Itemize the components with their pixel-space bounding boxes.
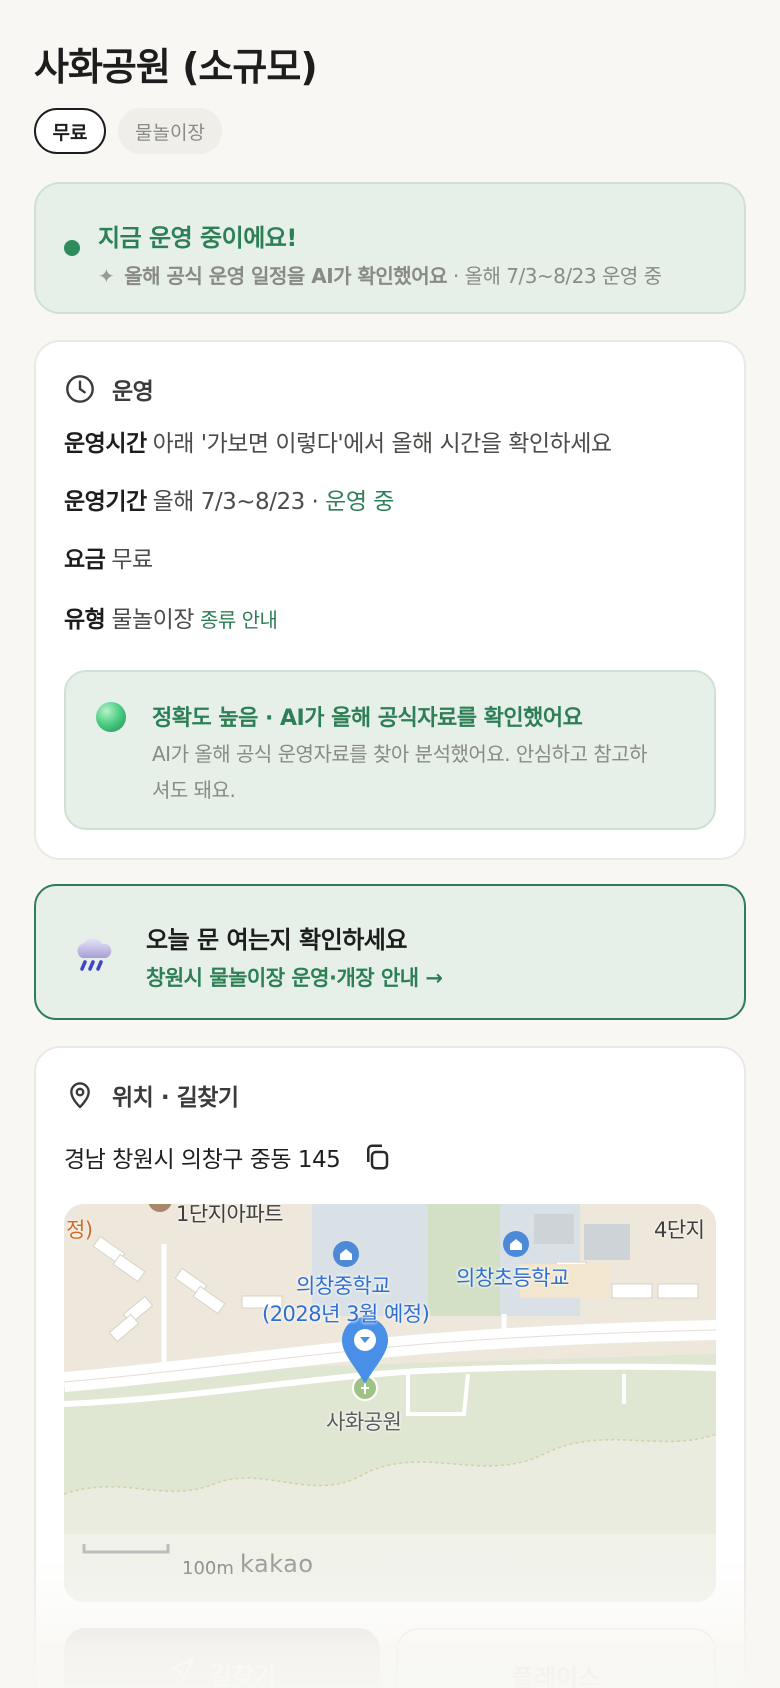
sparkle-icon: ✦ (98, 264, 115, 288)
hours-value: 아래 '가보면 이렇다'에서 올해 시간을 확인하세요 (152, 431, 612, 457)
navigation-arrow-icon (170, 1658, 194, 1682)
type-key: 유형 (64, 607, 106, 633)
period-status: 운영 중 (325, 489, 394, 515)
status-period: · 올해 7/3~8/23 운영 중 (447, 264, 662, 288)
period-row: 운영기간 올해 7/3~8/23 · 운영 중 (64, 482, 394, 516)
accuracy-title: 정확도 높음 · AI가 올해 공식자료를 확인했어요 (152, 706, 583, 731)
address-row: 경남 창원시 의창구 중동 145 (64, 1140, 392, 1174)
map-label-middle-school: 의창중학교 (296, 1274, 391, 1298)
period-key: 운영기간 (64, 489, 147, 515)
status-title: 지금 운영 중이에요! (98, 224, 297, 252)
accuracy-description: AI가 올해 공식 운영자료를 찾아 분석했어요. 안심하고 참고하셔도 돼요. (152, 742, 648, 802)
fee-key: 요금 (64, 547, 106, 573)
map-label-middle-school-note: (2028년 3월 예정) (262, 1302, 430, 1326)
directions-button[interactable]: 길찾기 (64, 1628, 380, 1688)
chip-type[interactable]: 물놀이장 (118, 108, 222, 154)
today-guide-link[interactable]: 창원시 물놀이장 운영·개장 안내 → (146, 962, 443, 992)
period-value: 올해 7/3~8/23 · (152, 489, 326, 515)
map-label-elementary-school: 의창초등학교 (456, 1266, 569, 1290)
status-ai-check: 올해 공식 운영 일정을 AI가 확인했어요 (124, 264, 447, 288)
map-view[interactable]: 1단지아파트 정) 4단지 의창중학교 (2028년 3월 예정) 의창초등학교… (64, 1204, 716, 1602)
copy-icon[interactable] (362, 1142, 392, 1172)
accuracy-box: 정확도 높음 · AI가 올해 공식자료를 확인했어요 AI가 올해 공식 운영… (64, 670, 716, 830)
directions-label: 길찾기 (209, 1662, 277, 1688)
operation-section-label: 운영 (112, 379, 154, 405)
map-label-edge: 정) (66, 1218, 93, 1242)
place-label: 플레이스 (511, 1664, 601, 1688)
map-scale-label: 100m (182, 1558, 234, 1579)
fee-value: 무료 (111, 547, 153, 573)
page-title: 사화공원 (소규모) (34, 45, 318, 89)
clock-icon (66, 375, 94, 403)
fee-row: 요금 무료 (64, 540, 153, 574)
type-value: 물놀이장 (111, 607, 194, 633)
type-row: 유형 물놀이장 종류 안내 (64, 600, 278, 634)
place-button[interactable]: 플레이스 (396, 1628, 716, 1688)
school-middle-icon (333, 1241, 359, 1267)
map-canvas[interactable] (64, 1204, 716, 1602)
map-pin-icon (70, 1082, 90, 1109)
school-elem-icon (503, 1231, 529, 1257)
location-section-label: 위치 · 길찾기 (112, 1085, 239, 1111)
location-section-header: 위치 · 길찾기 (64, 1078, 239, 1112)
status-subtitle: ✦ 올해 공식 운영 일정을 AI가 확인했어요 · 올해 7/3~8/23 운영… (98, 260, 662, 289)
operating-status-card: 지금 운영 중이에요! ✦ 올해 공식 운영 일정을 AI가 확인했어요 · 올해… (34, 182, 746, 314)
map-label-apartment: 1단지아파트 (176, 1204, 283, 1226)
park-detail-page: 사화공원 (소규모) 무료 물놀이장 지금 운영 중이에요! ✦ 올해 공식 운영… (0, 0, 780, 1688)
location-card: 위치 · 길찾기 경남 창원시 의창구 중동 145 1단지아파트 정) 4단지… (34, 1046, 746, 1688)
operation-section-header: 운영 (64, 372, 154, 406)
rain-cloud-icon (77, 937, 112, 971)
today-open-check-card[interactable]: 오늘 문 여는지 확인하세요 창원시 물놀이장 운영·개장 안내 → (34, 884, 746, 1020)
status-dot (64, 240, 80, 256)
hours-row: 운영시간 아래 '가보면 이렇다'에서 올해 시간을 확인하세요 (64, 424, 612, 458)
operation-card: 운영 운영시간 아래 '가보면 이렇다'에서 올해 시간을 확인하세요 운영기간 올… (34, 340, 746, 860)
map-label-apt4: 4단지 (654, 1218, 705, 1242)
type-guide-link[interactable]: 종류 안내 (200, 608, 278, 632)
map-provider-logo: kakao (240, 1550, 314, 1578)
chip-free[interactable]: 무료 (34, 108, 106, 154)
address-text: 경남 창원시 의창구 중동 145 (64, 1147, 341, 1173)
today-title: 오늘 문 여는지 확인하세요 (146, 926, 407, 954)
map-label-park: 사화공원 (326, 1410, 402, 1434)
accuracy-orb-icon (96, 702, 126, 732)
hours-key: 운영시간 (64, 431, 147, 457)
